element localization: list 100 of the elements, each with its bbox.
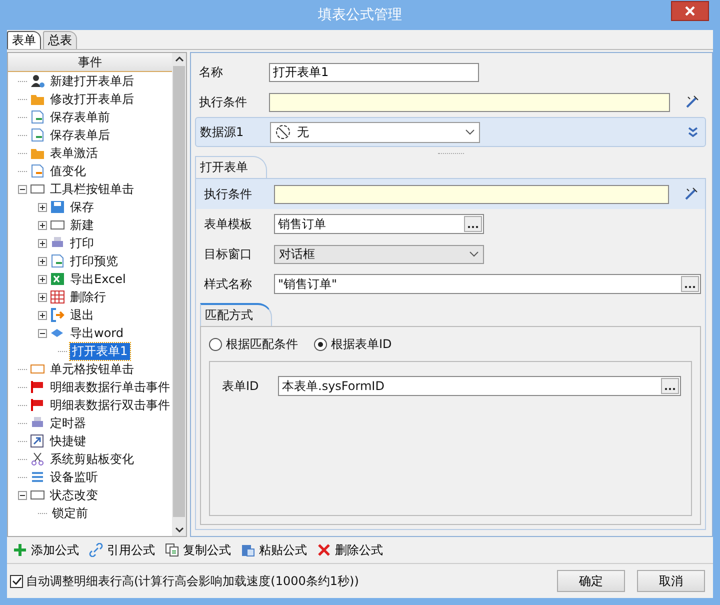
edit-doc-icon bbox=[30, 164, 45, 178]
exit-icon bbox=[50, 308, 65, 322]
section-tab[interactable]: 匹配方式 bbox=[200, 303, 272, 326]
datasource-dropdown[interactable]: 无 bbox=[270, 122, 480, 142]
tree-item[interactable]: 保存 bbox=[68, 198, 96, 216]
radio-button[interactable] bbox=[314, 338, 327, 350]
close-icon bbox=[684, 5, 696, 17]
chevron-down-icon bbox=[465, 129, 475, 135]
double-chevron-icon[interactable] bbox=[687, 126, 699, 138]
tree-item[interactable]: 打印 bbox=[68, 234, 96, 252]
radio-option[interactable]: 根据表单ID bbox=[314, 336, 392, 352]
toolbar-button[interactable]: 引用公式 bbox=[89, 542, 155, 558]
toolbar-button[interactable]: 复制公式 bbox=[165, 542, 231, 558]
dialog-button[interactable]: 取消 bbox=[637, 570, 705, 592]
toolbar-button[interactable]: 粘贴公式 bbox=[241, 542, 307, 558]
expand-icon[interactable] bbox=[38, 292, 47, 302]
section-tab[interactable]: 打开表单 bbox=[195, 156, 267, 178]
expand-icon[interactable] bbox=[38, 256, 47, 266]
expand-icon[interactable] bbox=[38, 274, 47, 284]
tree-item[interactable]: 表单激活 bbox=[48, 144, 100, 162]
tree-header: 事件 bbox=[8, 53, 172, 72]
printer-icon bbox=[50, 236, 65, 250]
tree-item[interactable]: 值变化 bbox=[48, 162, 88, 180]
expand-icon[interactable] bbox=[38, 310, 47, 320]
field-label: 名称 bbox=[199, 64, 224, 80]
wand-icon[interactable] bbox=[683, 186, 699, 202]
tree-item[interactable]: 锁定前 bbox=[50, 504, 90, 522]
scroll-down-icon[interactable] bbox=[174, 527, 184, 533]
floppy-icon bbox=[50, 200, 65, 214]
toolbar-button[interactable]: 添加公式 bbox=[13, 542, 79, 558]
collapse-icon[interactable] bbox=[38, 328, 47, 338]
dialog-button[interactable]: 确定 bbox=[557, 570, 625, 592]
tree-item[interactable]: 导出word bbox=[68, 324, 126, 342]
copy-icon bbox=[165, 543, 179, 557]
folder-icon bbox=[30, 92, 45, 106]
tab[interactable]: 总表 bbox=[43, 31, 77, 49]
tree-item[interactable]: 定时器 bbox=[48, 414, 88, 432]
field-label: 样式名称 bbox=[204, 276, 253, 292]
tree-item[interactable]: 退出 bbox=[68, 306, 96, 324]
tree-item[interactable]: 工具栏按钮单击 bbox=[48, 180, 136, 198]
tree-item[interactable]: 导出Excel bbox=[68, 270, 128, 288]
tree-item[interactable]: 保存表单后 bbox=[48, 126, 112, 144]
tree-item[interactable]: 明细表数据行单击事件 bbox=[48, 378, 172, 396]
sheet-icon bbox=[50, 272, 65, 286]
template-field[interactable]: 销售订单 bbox=[274, 214, 484, 234]
name-field[interactable]: 打开表单1 bbox=[269, 62, 479, 82]
condition-field[interactable] bbox=[269, 92, 670, 112]
collapse-icon[interactable] bbox=[18, 490, 27, 500]
doc-icon bbox=[30, 128, 45, 142]
preview-icon bbox=[50, 254, 65, 268]
toolbar-button[interactable]: 删除公式 bbox=[317, 542, 383, 558]
rect-icon bbox=[30, 488, 45, 502]
tree-item[interactable]: 打开表单1 bbox=[70, 342, 130, 360]
tree-item[interactable]: 保存表单前 bbox=[48, 108, 112, 126]
tree-item[interactable]: 明细表数据行双击事件 bbox=[48, 396, 172, 414]
target-window-dropdown[interactable]: 对话框 bbox=[274, 244, 484, 264]
field-label: 表单ID bbox=[222, 378, 260, 395]
delete-icon bbox=[317, 543, 331, 557]
field-label: 目标窗口 bbox=[204, 246, 253, 262]
tree-item[interactable]: 打印预览 bbox=[68, 252, 120, 270]
chevron-down-icon bbox=[469, 251, 479, 257]
style-name-field[interactable]: "销售订单" bbox=[274, 274, 701, 294]
browse-button[interactable] bbox=[464, 216, 482, 232]
tree-item[interactable]: 新建打开表单后 bbox=[48, 72, 136, 90]
lines-icon bbox=[30, 470, 45, 484]
radio-button[interactable] bbox=[209, 338, 222, 350]
window-title: 填表公式管理 bbox=[318, 6, 402, 24]
tree-item[interactable]: 快捷键 bbox=[48, 432, 88, 450]
collapse-icon[interactable] bbox=[18, 184, 27, 194]
none-icon bbox=[275, 124, 291, 140]
checkbox[interactable] bbox=[10, 574, 23, 588]
tree-item[interactable]: 删除行 bbox=[68, 288, 108, 306]
tree-item[interactable]: 设备监听 bbox=[48, 468, 100, 486]
expand-icon[interactable] bbox=[38, 202, 47, 212]
scroll-up-icon[interactable] bbox=[174, 56, 184, 62]
tree-item[interactable]: 修改打开表单后 bbox=[48, 90, 136, 108]
wand-icon[interactable] bbox=[684, 94, 700, 110]
tree-item[interactable]: 新建 bbox=[68, 216, 96, 234]
close-button[interactable] bbox=[671, 1, 709, 21]
save-doc-icon bbox=[30, 110, 45, 124]
expand-icon[interactable] bbox=[38, 238, 47, 248]
link-icon bbox=[89, 543, 103, 557]
browse-button[interactable] bbox=[681, 276, 699, 292]
condition-field[interactable] bbox=[274, 184, 669, 204]
browse-button[interactable] bbox=[661, 378, 679, 394]
form-id-field[interactable]: 本表单.sysFormID bbox=[278, 376, 681, 396]
tree-item[interactable]: 状态改变 bbox=[48, 486, 100, 504]
scissors-icon bbox=[30, 452, 45, 466]
scrollbar[interactable] bbox=[172, 53, 186, 536]
folder-icon bbox=[30, 146, 45, 160]
tree-item[interactable]: 单元格按钮单击 bbox=[48, 360, 136, 378]
field-label: 执行条件 bbox=[199, 94, 248, 110]
person-icon bbox=[30, 74, 45, 88]
radio-option[interactable]: 根据匹配条件 bbox=[209, 336, 298, 352]
tab[interactable]: 表单 bbox=[7, 31, 41, 49]
window-icon bbox=[30, 182, 45, 196]
tree-item[interactable]: 系统剪贴板变化 bbox=[48, 450, 136, 468]
expand-icon[interactable] bbox=[38, 220, 47, 230]
grid-icon bbox=[50, 290, 65, 304]
field-label: 数据源1 bbox=[200, 124, 245, 140]
